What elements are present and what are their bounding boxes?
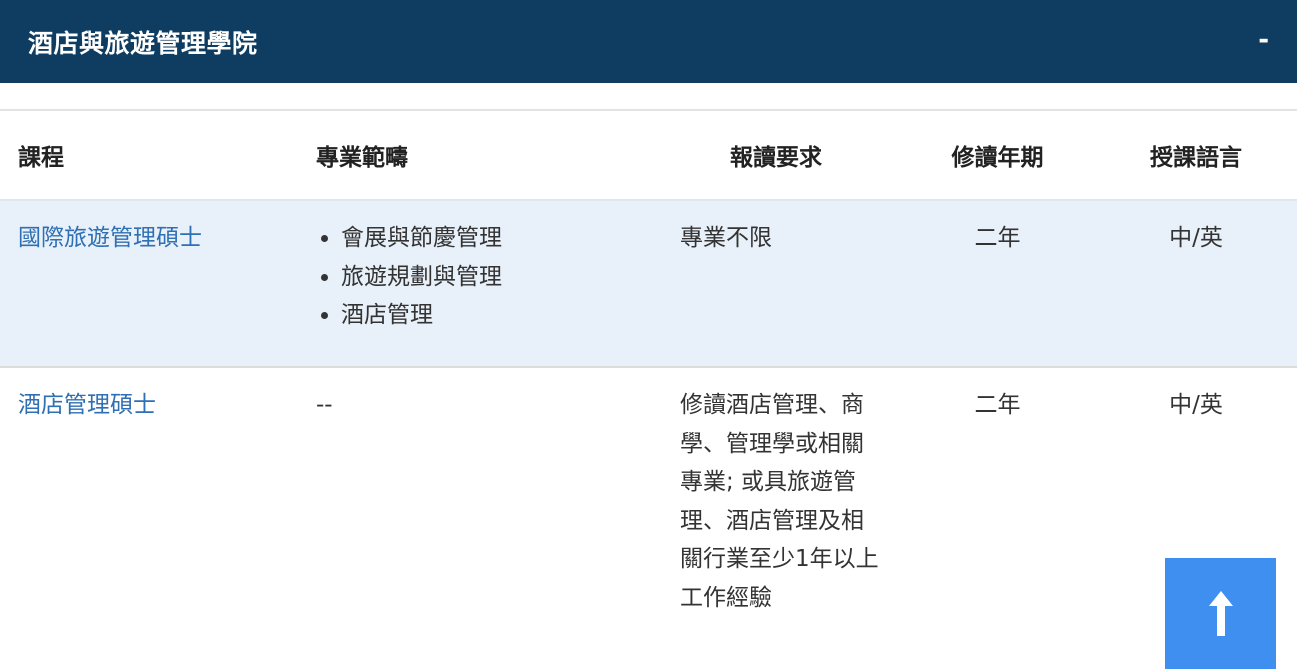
course-cell: 酒店管理碩士 xyxy=(0,367,298,672)
back-to-top-button[interactable] xyxy=(1165,558,1276,669)
table-header-row: 課程 專業範疇 報讀要求 修讀年期 授課語言 xyxy=(0,110,1297,200)
column-header-requirements: 報讀要求 xyxy=(730,145,822,171)
faculty-header[interactable]: 酒店與旅遊管理學院 - xyxy=(0,0,1297,83)
course-link[interactable]: 國際旅遊管理碩士 xyxy=(18,225,202,251)
column-header-course: 課程 xyxy=(18,145,64,171)
requirements-cell: 修讀酒店管理、商學、管理學或相關專業; 或具旅遊管理、酒店管理及相關行業至少1年… xyxy=(680,392,879,611)
duration-cell: 二年 xyxy=(974,392,1021,418)
programs-table-container: 課程 專業範疇 報讀要求 修讀年期 授課語言 國際旅遊管理碩士 會展與節慶管理 … xyxy=(0,109,1297,672)
specialization-list: 會展與節慶管理 旅遊規劃與管理 酒店管理 xyxy=(316,219,660,335)
requirements-cell: 專業不限 xyxy=(680,225,772,251)
column-header-language: 授課語言 xyxy=(1150,145,1242,171)
column-header-specialization: 專業範疇 xyxy=(316,145,408,171)
course-cell: 國際旅遊管理碩士 xyxy=(0,200,298,367)
table-row: 國際旅遊管理碩士 會展與節慶管理 旅遊規劃與管理 酒店管理 專業不限 二年 中/… xyxy=(0,200,1297,367)
collapse-toggle[interactable]: - xyxy=(1258,27,1269,57)
specialization-cell: -- xyxy=(316,392,333,418)
programs-table: 課程 專業範疇 報讀要求 修讀年期 授課語言 國際旅遊管理碩士 會展與節慶管理 … xyxy=(0,109,1297,672)
specialization-item: 會展與節慶管理 xyxy=(321,219,660,258)
specialization-item: 旅遊規劃與管理 xyxy=(321,258,660,297)
specialization-item: 酒店管理 xyxy=(321,296,660,335)
specialization-cell: 會展與節慶管理 旅遊規劃與管理 酒店管理 xyxy=(298,200,660,367)
arrow-up-icon xyxy=(1208,590,1233,636)
page: 酒店與旅遊管理學院 - 課程 專業範疇 報讀要求 修讀年期 授課語言 國際旅遊管 xyxy=(0,0,1297,672)
course-link[interactable]: 酒店管理碩士 xyxy=(18,392,156,418)
column-header-duration: 修讀年期 xyxy=(951,145,1044,171)
language-cell: 中/英 xyxy=(1169,225,1223,251)
duration-cell: 二年 xyxy=(974,225,1021,251)
faculty-title: 酒店與旅遊管理學院 xyxy=(28,28,258,58)
table-row: 酒店管理碩士 -- 修讀酒店管理、商學、管理學或相關專業; 或具旅遊管理、酒店管… xyxy=(0,367,1297,672)
